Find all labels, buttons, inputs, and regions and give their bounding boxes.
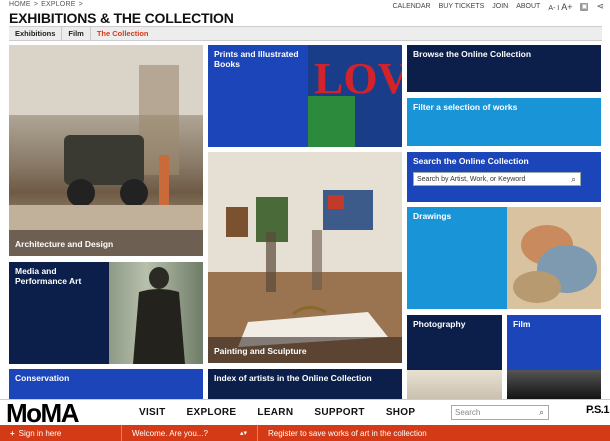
tab-exhibitions[interactable]: Exhibitions: [9, 27, 63, 40]
tile-label: Drawings: [413, 211, 452, 221]
font-size-controls: A- I A+: [548, 2, 572, 12]
tile-label: Photography: [413, 319, 466, 329]
gallery-photo: [9, 45, 203, 256]
tile-label: Architecture and Design: [15, 239, 114, 250]
main-navigation: VISIT EXPLORE LEARN SUPPORT SHOP: [139, 407, 415, 418]
love-artwork: LOVE: [308, 45, 402, 147]
tile-label: Prints and Illustrated Books: [214, 49, 299, 69]
tile-label: Media and Performance Art: [15, 266, 82, 286]
tile-photography[interactable]: Photography: [407, 315, 502, 400]
nav-visit[interactable]: VISIT: [139, 407, 166, 418]
welcome-dropdown[interactable]: Welcome. Are you...? ▴▾: [121, 425, 257, 441]
performer-photo: [133, 267, 185, 364]
moma-logo[interactable]: MoMA: [6, 400, 79, 426]
font-normal-button[interactable]: I: [557, 5, 559, 12]
chevron-updown-icon: ▴▾: [239, 430, 247, 437]
plus-icon: +: [10, 428, 15, 438]
register-link[interactable]: Register to save works of art in the col…: [257, 425, 437, 441]
collection-search-input[interactable]: Search by Artist, Work, or Keyword ⌕: [413, 172, 581, 186]
tile-label: Index of artists in the Online Collectio…: [214, 373, 372, 383]
ps1-logo[interactable]: P.S.1: [586, 404, 610, 416]
tile-label: Search the Online Collection: [413, 156, 529, 166]
join-link[interactable]: JOIN: [492, 3, 508, 10]
buy-tickets-link[interactable]: BUY TICKETS: [439, 3, 485, 10]
nav-learn[interactable]: LEARN: [257, 407, 293, 418]
sign-in-link[interactable]: + Sign in here: [0, 425, 121, 441]
nav-explore[interactable]: EXPLORE: [187, 407, 237, 418]
nav-shop[interactable]: SHOP: [386, 407, 416, 418]
tile-conservation[interactable]: Conservation: [9, 369, 203, 400]
sub-navigation: Exhibitions Film The Collection: [9, 26, 602, 41]
tile-prints-books[interactable]: LOVE Prints and Illustrated Books: [208, 45, 402, 147]
tile-drawings[interactable]: Drawings: [407, 207, 601, 309]
tile-label: Conservation: [15, 373, 70, 383]
love-sculpture-image: LOVE: [308, 45, 402, 147]
tile-label: Filter a selection of works: [413, 102, 518, 112]
account-bar: + Sign in here Welcome. Are you...? ▴▾ R…: [0, 425, 610, 441]
gallery-photo: [208, 152, 402, 363]
top-links: CALENDAR BUY TICKETS JOIN ABOUT A- I A+ …: [392, 1, 604, 12]
breadcrumb: HOME > EXPLORE >: [9, 1, 83, 8]
tile-search-collection: Search the Online Collection Search by A…: [407, 152, 601, 202]
about-link[interactable]: ABOUT: [516, 3, 540, 10]
tile-index-artists[interactable]: Index of artists in the Online Collectio…: [208, 369, 402, 400]
nav-support[interactable]: SUPPORT: [314, 407, 364, 418]
tile-filter-works[interactable]: Filter a selection of works: [407, 98, 601, 146]
tab-the-collection[interactable]: The Collection: [91, 27, 155, 40]
tile-film[interactable]: Film: [507, 315, 601, 400]
tile-media-performance[interactable]: Media and Performance Art: [9, 262, 203, 364]
tab-film[interactable]: Film: [62, 27, 91, 40]
tile-label: Film: [513, 319, 531, 329]
tile-label: Painting and Sculpture: [214, 346, 307, 357]
tile-painting-sculpture[interactable]: Painting and Sculpture: [208, 152, 402, 363]
page-title: EXHIBITIONS & THE COLLECTION: [9, 10, 234, 26]
love-letters: LOVE: [314, 54, 402, 103]
drawing-artwork: [507, 207, 601, 309]
breadcrumb-home[interactable]: HOME: [9, 1, 31, 8]
share-icon[interactable]: ⋖: [596, 1, 604, 12]
breadcrumb-explore[interactable]: EXPLORE: [41, 1, 75, 8]
calendar-link[interactable]: CALENDAR: [392, 3, 430, 10]
search-icon[interactable]: ⌕: [539, 407, 544, 418]
search-icon[interactable]: ⌕: [571, 174, 576, 185]
font-smaller-button[interactable]: A-: [548, 5, 555, 12]
tile-label: Browse the Online Collection: [413, 49, 532, 59]
site-search-input[interactable]: Search ⌕: [451, 405, 549, 420]
tile-architecture-design[interactable]: Architecture and Design: [9, 45, 203, 256]
tile-browse-collection[interactable]: Browse the Online Collection: [407, 45, 601, 92]
font-larger-button[interactable]: A+: [561, 2, 572, 12]
print-icon[interactable]: ▣: [580, 2, 589, 11]
